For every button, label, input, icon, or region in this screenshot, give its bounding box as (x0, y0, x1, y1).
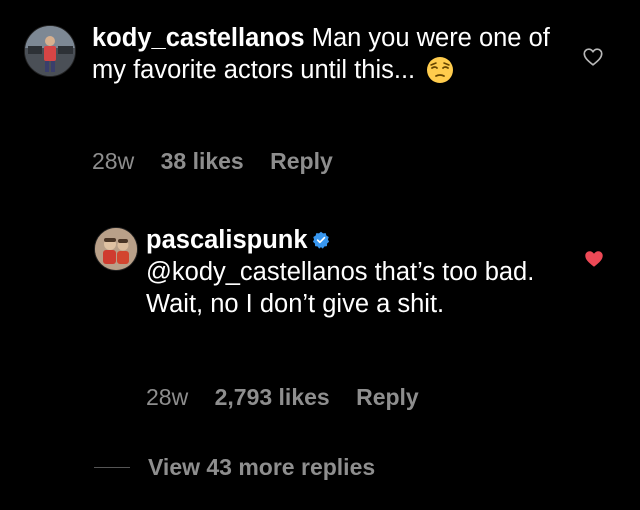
comment-likes[interactable]: 2,793 likes (215, 384, 330, 410)
view-more-replies-label: View 43 more replies (148, 453, 376, 480)
view-more-replies-button[interactable]: View 43 more replies (94, 452, 375, 482)
comment-text: @kody_castellanos that’s too bad. Wait, … (146, 258, 535, 318)
comment-meta: 28w 2,793 likes Reply (146, 384, 439, 411)
heart-outline-icon[interactable] (582, 46, 604, 68)
reply-button[interactable]: Reply (356, 384, 419, 410)
comment-age: 28w (92, 148, 135, 174)
divider (94, 466, 130, 468)
comment-likes[interactable]: 38 likes (161, 148, 244, 174)
reply-button[interactable]: Reply (270, 148, 333, 174)
comment-age: 28w (146, 384, 189, 410)
pensive-face-emoji-icon (427, 57, 454, 83)
comment-username[interactable]: pascalispunk (146, 226, 308, 254)
comment-body: kody_castellanos Man you were one of my … (92, 22, 562, 86)
comment-body: pascalispunk @kody_castellanos that’s to… (146, 224, 566, 320)
avatar[interactable] (24, 25, 76, 77)
avatar[interactable] (94, 227, 138, 271)
comment-username[interactable]: kody_castellanos (92, 24, 305, 52)
heart-filled-icon[interactable] (583, 248, 605, 270)
verified-badge-icon (312, 231, 329, 249)
comment-meta: 28w 38 likes Reply (92, 148, 353, 175)
